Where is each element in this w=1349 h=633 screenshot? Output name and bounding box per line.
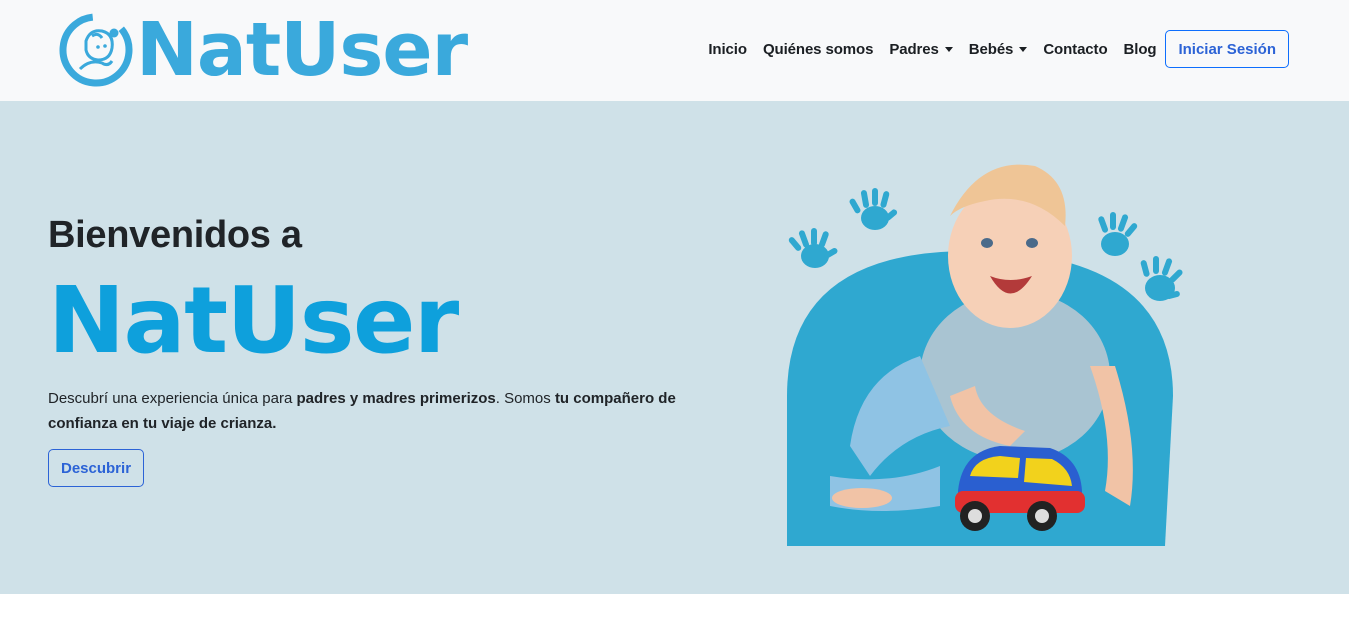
brand-name: NatUser: [136, 7, 468, 93]
desc-bold: padres y madres primerizos: [296, 390, 496, 407]
nav-item-label: Padres: [889, 40, 939, 58]
baby-with-toy-car-image: [787, 164, 1183, 546]
login-button[interactable]: Iniciar Sesión: [1165, 30, 1289, 68]
nav-dropdown-padres[interactable]: Padres: [889, 40, 953, 58]
nav-item-blog[interactable]: Blog: [1124, 41, 1157, 58]
brand-logo-link[interactable]: NatUser: [58, 7, 468, 93]
hero-title: NatUser: [48, 267, 459, 374]
hero-welcome: Bienvenidos a: [48, 214, 302, 256]
nav-dropdown-bebes[interactable]: Bebés: [969, 41, 1028, 58]
discover-button[interactable]: Descubrir: [48, 449, 145, 487]
hand-print-icon: [788, 228, 838, 268]
nav-item-inicio[interactable]: Inicio: [708, 41, 747, 58]
nav-item-label: Quiénes somos: [762, 40, 874, 58]
navbar: NatUser Inicio Quiénes somos Padres Bebé…: [0, 0, 1349, 101]
nav-item-label: Bebés: [968, 40, 1014, 58]
nav-item-quienes-somos[interactable]: Quiénes somos: [762, 40, 874, 58]
nav-item-contacto[interactable]: Contacto: [1043, 41, 1107, 58]
nav-item-label: Contacto: [1043, 40, 1108, 58]
nav-item-label: Inicio: [708, 40, 747, 58]
baby-face-logo-icon: [59, 13, 133, 87]
hand-print-icon: [849, 188, 898, 230]
hero-section: Bienvenidos a NatUser Descubrí una exper…: [0, 101, 1349, 594]
page-bottom: [0, 594, 1349, 633]
hand-print-icon: [1140, 256, 1183, 301]
nav-item-label: Blog: [1123, 40, 1157, 58]
desc-text: Descubrí una experiencia única para: [48, 390, 297, 407]
hand-print-icon: [1098, 212, 1138, 256]
main-nav: Inicio Quiénes somos Padres Bebés Contac…: [692, 30, 1289, 68]
desc-text: . Somos: [495, 390, 555, 407]
hero-description: Descubrí una experiencia única para padr…: [48, 386, 688, 436]
caret-down-icon: [944, 47, 953, 52]
caret-down-icon: [1019, 47, 1028, 52]
